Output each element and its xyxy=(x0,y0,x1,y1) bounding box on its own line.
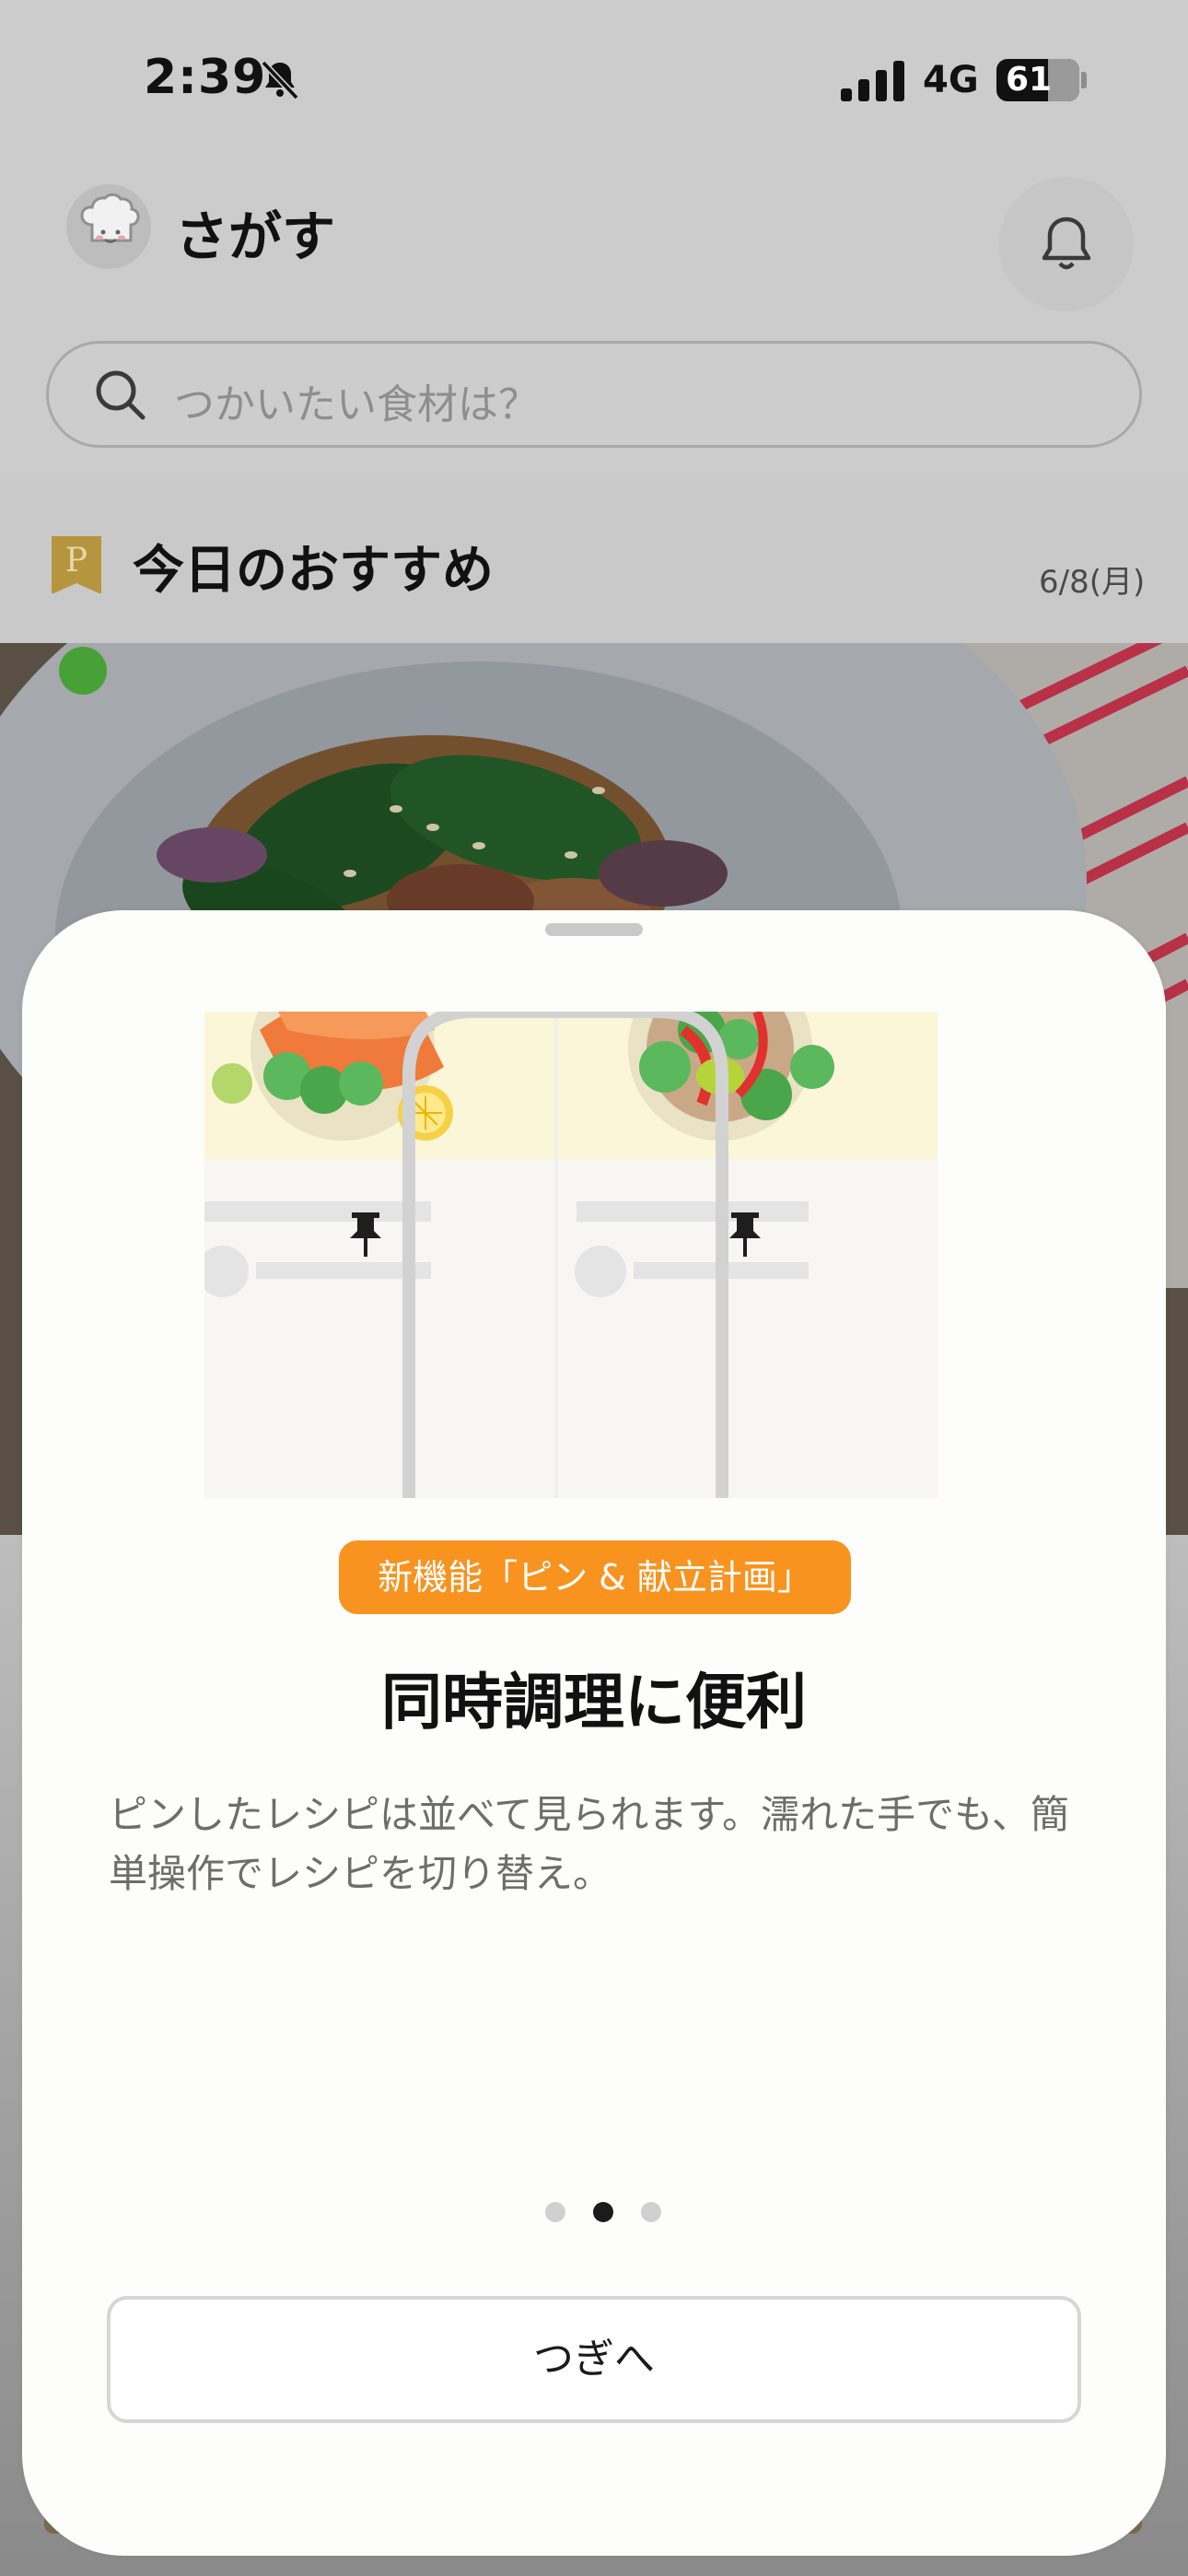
page-dot-2-active xyxy=(593,2202,613,2222)
search-icon xyxy=(96,370,146,420)
today-recommendation-header: P 今日のおすすめ 6/8(月) xyxy=(0,479,1188,643)
page-indicator xyxy=(534,2202,661,2224)
search-bar[interactable]: つかいたい食材は？ xyxy=(46,341,1142,448)
page-dot-3 xyxy=(641,2202,661,2222)
pin-feature-illustration xyxy=(204,1012,938,1498)
feature-intro-sheet[interactable]: 新機能「ピン & 献立計画」 同時調理に便利 ピンしたレシピは並べて見られます。… xyxy=(22,910,1166,2556)
page-title: さがす xyxy=(175,205,336,268)
app-header: さがす つかいたい食材は？ xyxy=(0,157,1188,479)
section-date: 6/8(月) xyxy=(1039,564,1146,601)
notification-button[interactable] xyxy=(999,177,1134,311)
bell-icon xyxy=(1042,217,1091,270)
chef-avatar[interactable] xyxy=(66,184,151,269)
section-title: 今日のおすすめ xyxy=(133,541,494,601)
new-feature-badge: 新機能「ピン & 献立計画」 xyxy=(339,1540,851,1614)
page-dot-1 xyxy=(545,2202,565,2222)
status-bar: 2:39 4G 61 xyxy=(0,0,1188,157)
battery-level: 61 xyxy=(1005,61,1053,99)
premium-badge-letter: P xyxy=(64,542,88,580)
sheet-grabber[interactable] xyxy=(545,923,643,936)
bell-slash-icon xyxy=(261,60,299,100)
split-recipe-illustration xyxy=(204,1012,938,1498)
status-time: 2:39 xyxy=(144,50,267,105)
premium-badge-icon: P xyxy=(52,536,101,594)
sheet-description: ピンしたレシピは並べて見られます。濡れた手でも、簡単操作でレシピを切り替え。 xyxy=(109,1792,1069,1896)
search-input[interactable]: つかいたい食材は？ xyxy=(174,371,539,430)
battery-icon: 61 xyxy=(996,59,1079,101)
signal-icon xyxy=(841,61,904,101)
sheet-title: 同時調理に便利 xyxy=(381,1667,807,1738)
chef-icon xyxy=(80,193,140,243)
network-type: 4G xyxy=(923,59,979,101)
battery-cap xyxy=(1081,72,1087,88)
next-button[interactable]: つぎへ xyxy=(107,2296,1081,2423)
